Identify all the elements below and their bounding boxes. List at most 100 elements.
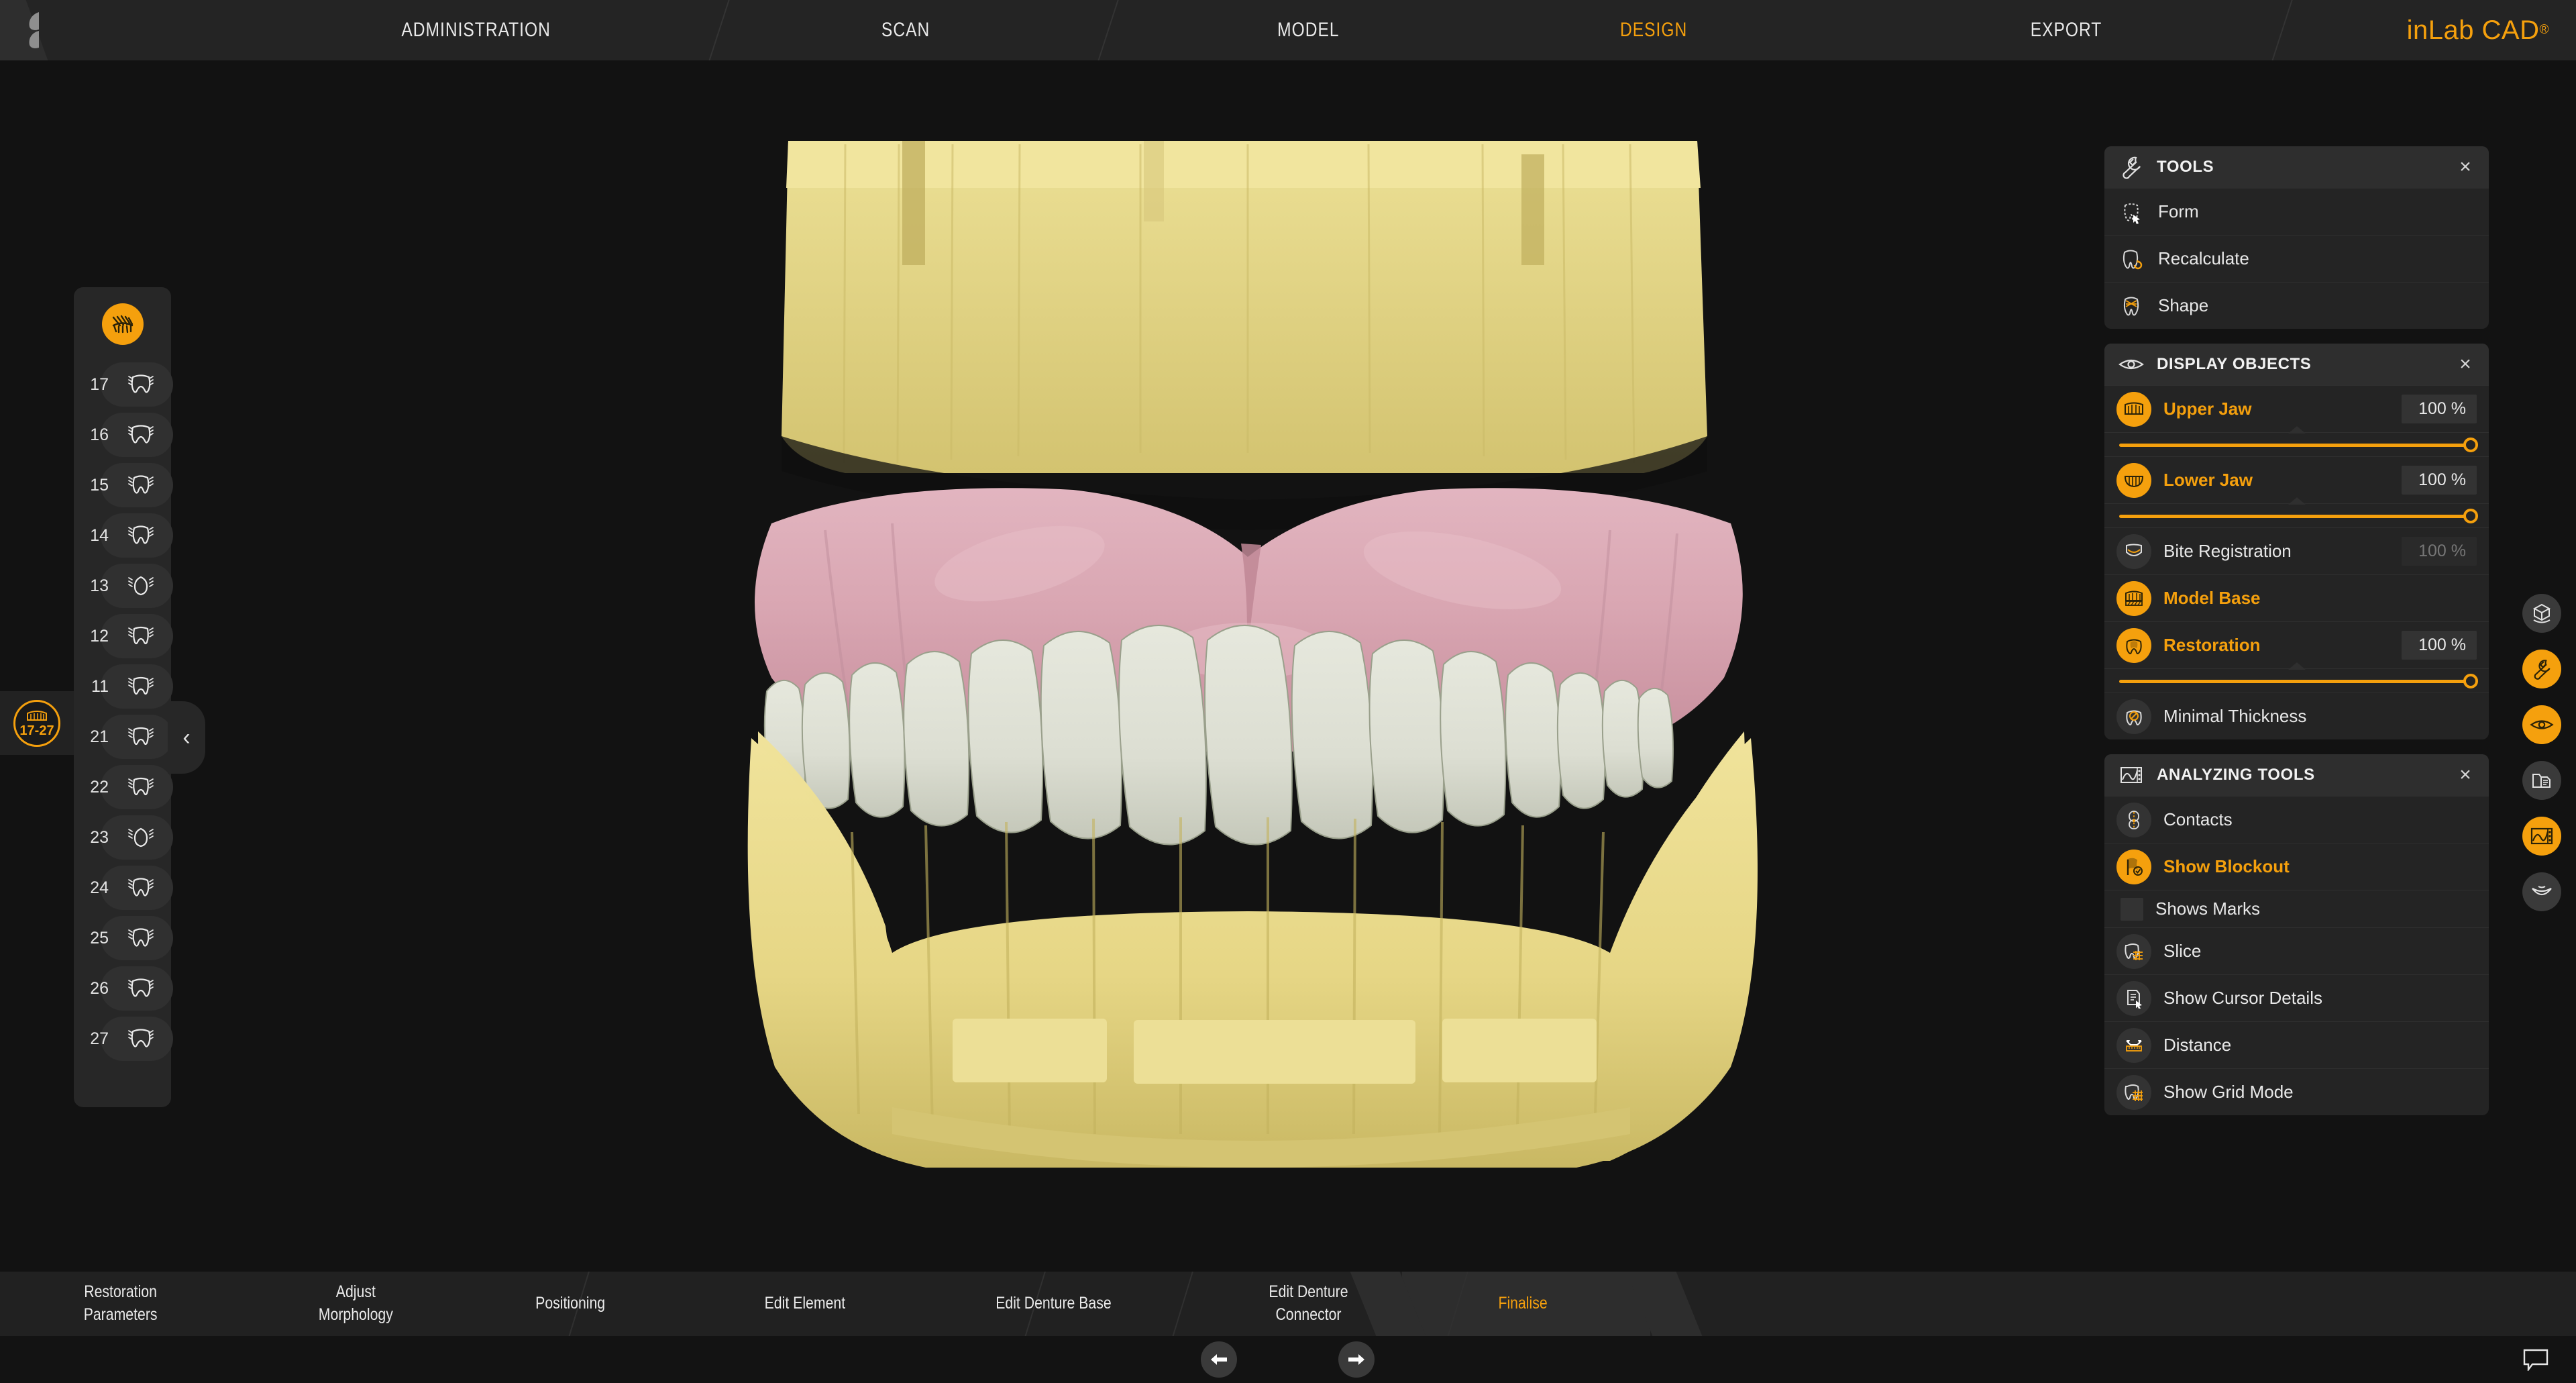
restoration-opacity-slider[interactable] — [2104, 662, 2489, 693]
3d-viewport[interactable]: 17 16 15 14 13 12 11 21 22 23 24 25 26 27 ‹ 17- — [0, 60, 2576, 1272]
speech-bubble-icon[interactable] — [2522, 1348, 2549, 1371]
eye-icon[interactable] — [2522, 705, 2561, 744]
analyzing-item-distance[interactable]: Distance — [2104, 1021, 2489, 1068]
previous-step-button[interactable] — [1201, 1341, 1237, 1378]
tooth-item-17[interactable]: 17 — [74, 360, 173, 410]
premolar-icon — [126, 471, 156, 501]
tooth-shape-icon — [2116, 291, 2146, 321]
display-object-model-base[interactable]: Model Base — [2104, 574, 2489, 621]
jaw-range-badge[interactable]: 17-27 — [0, 691, 74, 755]
tooth-item-24[interactable]: 24 — [74, 863, 173, 913]
tooth-number-label: 24 — [90, 878, 109, 897]
panel-title: TOOLS — [2157, 158, 2214, 176]
tooth-item-13[interactable]: 13 — [74, 561, 173, 611]
next-step-button[interactable] — [1338, 1341, 1375, 1378]
wrench-icon[interactable] — [2522, 650, 2561, 688]
tooth-cursor-icon — [2116, 197, 2146, 227]
panel-title: ANALYZING TOOLS — [2157, 766, 2315, 784]
tools-panel-header: TOOLS × — [2104, 146, 2489, 188]
molar-icon — [126, 1025, 156, 1054]
analyzing-item-show-cursor-details[interactable]: Show Cursor Details — [2104, 974, 2489, 1021]
step-edit-element[interactable]: Edit Element — [704, 1272, 906, 1336]
shows-marks-checkbox[interactable] — [2121, 897, 2143, 921]
display-object-value[interactable]: 100 % — [2402, 537, 2477, 566]
tooth-item-25[interactable]: 25 — [74, 913, 173, 964]
tooth-item-21[interactable]: 21 — [74, 712, 173, 762]
step-label: Finalise — [1498, 1294, 1548, 1313]
step-label: Restoration Parameters — [84, 1282, 158, 1324]
analyzing-item-slice[interactable]: Slice — [2104, 927, 2489, 974]
wrench-icon — [2116, 152, 2146, 182]
nav-tab-label: MODEL — [1277, 19, 1340, 41]
analyzing-item-label: Contacts — [2163, 809, 2233, 829]
bite-registration-icon — [2116, 533, 2151, 569]
lower-jaw-opacity-slider[interactable] — [2104, 497, 2489, 527]
step-adjust-morphology[interactable]: Adjust Morphology — [255, 1272, 456, 1336]
arrow-left-icon — [1211, 1354, 1227, 1365]
close-icon[interactable]: × — [2454, 765, 2477, 785]
grid-mode-icon — [2116, 1074, 2151, 1110]
step-finalise[interactable]: Finalise — [1422, 1272, 1623, 1336]
view-cube-icon[interactable] — [2522, 594, 2561, 633]
analyzing-item-show-grid-mode[interactable]: Show Grid Mode — [2104, 1068, 2489, 1115]
tooth-number-label: 15 — [90, 476, 109, 495]
tooth-number-label: 21 — [90, 727, 109, 746]
tools-item-form[interactable]: Form — [2104, 188, 2489, 235]
tooth-item-22[interactable]: 22 — [74, 762, 173, 813]
tools-item-shape[interactable]: Shape — [2104, 282, 2489, 329]
tooth-item-27[interactable]: 27 — [74, 1014, 173, 1064]
display-object-value[interactable]: 100 % — [2402, 466, 2477, 495]
nav-tab-export[interactable]: EXPORT — [1979, 0, 2153, 60]
display-object-minimal-thickness[interactable]: Minimal Thickness — [2104, 693, 2489, 739]
slider-knob[interactable] — [2463, 674, 2478, 688]
nav-tab-model[interactable]: MODEL — [1221, 0, 1395, 60]
premolar-icon — [126, 874, 156, 903]
display-object-restoration[interactable]: Restoration 100 % — [2104, 621, 2489, 668]
tooth-item-16[interactable]: 16 — [74, 410, 173, 460]
step-edit-denture-connector[interactable]: Edit Denture Connector — [1208, 1272, 1409, 1336]
display-object-value[interactable]: 100 % — [2402, 395, 2477, 423]
slider-knob[interactable] — [2463, 438, 2478, 452]
slider-track — [2119, 680, 2474, 683]
tooth-item-12[interactable]: 12 — [74, 611, 173, 662]
display-object-upper-jaw[interactable]: Upper Jaw 100 % — [2104, 385, 2489, 432]
tooth-item-23[interactable]: 23 — [74, 813, 173, 863]
tooth-item-11[interactable]: 11 — [74, 662, 173, 712]
nav-tab-scan[interactable]: SCAN — [825, 0, 986, 60]
tooth-panel-header[interactable] — [74, 297, 171, 352]
step-restoration-parameters[interactable]: Restoration Parameters — [20, 1272, 221, 1336]
tooth-panel-collapse-button[interactable]: ‹ — [168, 701, 205, 774]
slider-knob[interactable] — [2463, 509, 2478, 523]
close-icon[interactable]: × — [2454, 354, 2477, 374]
step-edit-denture-base[interactable]: Edit Denture Base — [939, 1272, 1167, 1336]
nav-tab-administration[interactable]: ADMINISTRATION — [376, 0, 577, 60]
analyzing-item-contacts[interactable]: Contacts — [2104, 796, 2489, 843]
analysis-graph-icon[interactable] — [2522, 817, 2561, 856]
tooth-number-label: 11 — [91, 677, 109, 696]
nav-tab-design[interactable]: DESIGN — [1563, 0, 1744, 60]
tooth-item-26[interactable]: 26 — [74, 964, 173, 1014]
smile-jaw-icon[interactable] — [2522, 872, 2561, 911]
analyzing-item-shows-marks[interactable]: Shows Marks — [2104, 890, 2489, 927]
jaw-range-label: 17-27 — [19, 723, 54, 738]
display-object-bite-registration[interactable]: Bite Registration 100 % — [2104, 527, 2489, 574]
display-object-value[interactable]: 100 % — [2402, 631, 2477, 660]
nav-tab-label: SCAN — [881, 19, 930, 41]
step-label: Adjust Morphology — [318, 1282, 393, 1324]
step-positioning[interactable]: Positioning — [470, 1272, 671, 1336]
display-object-lower-jaw[interactable]: Lower Jaw 100 % — [2104, 456, 2489, 503]
tools-item-recalculate[interactable]: Recalculate — [2104, 235, 2489, 282]
tooth-number-label: 13 — [90, 576, 109, 595]
tooth-item-15[interactable]: 15 — [74, 460, 173, 511]
analyzing-item-show-blockout[interactable]: Show Blockout — [2104, 843, 2489, 890]
close-icon[interactable]: × — [2454, 157, 2477, 177]
display-object-label: Upper Jaw — [2163, 398, 2252, 419]
upper-jaw-opacity-slider[interactable] — [2104, 426, 2489, 456]
slider-track — [2119, 515, 2474, 518]
tooth-item-14[interactable]: 14 — [74, 511, 173, 561]
restoration-icon — [2116, 627, 2151, 663]
step-label: Edit Element — [764, 1294, 846, 1313]
tooth-selector-panel: 17 16 15 14 13 12 11 21 22 23 24 25 26 27 — [74, 287, 173, 1107]
tooth-recalc-icon — [2116, 244, 2146, 274]
folder-document-icon[interactable] — [2522, 761, 2561, 800]
